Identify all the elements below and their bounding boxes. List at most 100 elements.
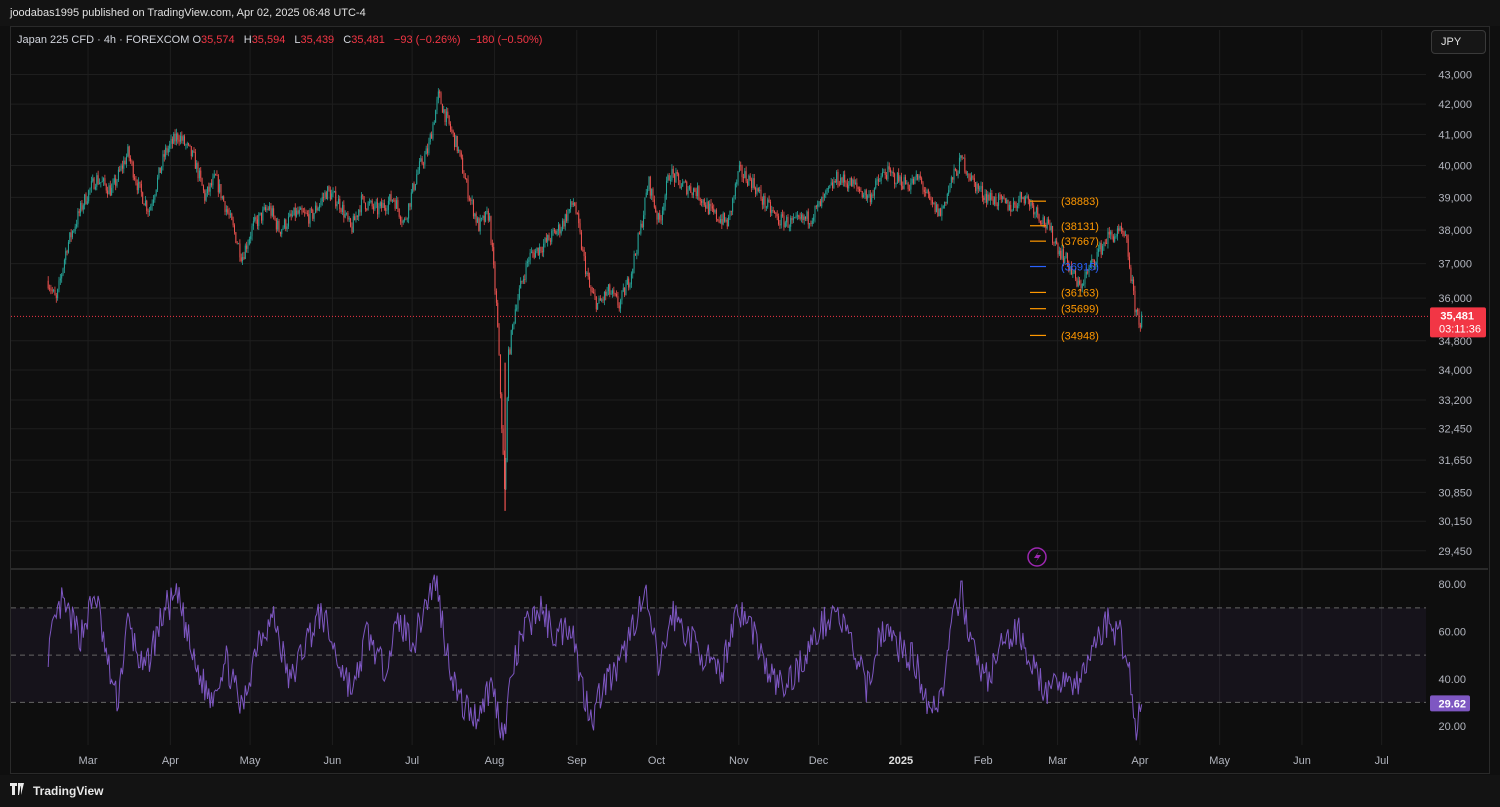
candle-body: [593, 292, 595, 294]
candles-group: [47, 88, 1143, 490]
candle-body: [424, 154, 426, 165]
candle-body: [1018, 198, 1020, 207]
candle-body: [462, 157, 464, 174]
candle-body: [842, 174, 844, 183]
candle-body: [466, 179, 468, 181]
candle-body: [186, 143, 188, 145]
candle-body: [308, 214, 310, 224]
candle-body: [408, 203, 410, 219]
candle-body: [638, 233, 640, 234]
chart-canvas[interactable]: Mar Apr May Jun Jul Aug Sep Oct Nov Dec 2025 Feb Mar…: [0, 0, 1500, 807]
candle-body: [1097, 249, 1099, 253]
candle-body: [543, 243, 545, 253]
candle-body: [435, 110, 437, 123]
candle-body: [147, 210, 149, 213]
candle-body: [93, 178, 95, 190]
candle-body: [273, 208, 275, 217]
candle-body: [792, 217, 794, 221]
candle-body: [158, 167, 160, 178]
candle-body: [714, 210, 716, 213]
candle-body: [1123, 232, 1125, 236]
candle-body: [367, 202, 369, 210]
candle-body: [232, 219, 234, 226]
candle-body: [1041, 223, 1043, 224]
candle-body: [563, 220, 565, 227]
candle-body: [510, 330, 512, 354]
currency-button[interactable]: JPY: [1431, 30, 1486, 54]
candle-body: [910, 182, 912, 190]
candle-body: [752, 178, 754, 188]
x-axis-tick-label: May: [1209, 755, 1230, 767]
candle-body: [494, 264, 496, 292]
candle-body: [680, 186, 682, 189]
candle-body: [802, 214, 804, 220]
candle-body: [1134, 290, 1136, 313]
candle-body: [884, 172, 886, 175]
candle-body: [297, 210, 299, 214]
candle-body: [198, 170, 200, 179]
candle-body: [634, 254, 636, 255]
candle-body: [422, 163, 424, 165]
candle-body: [1092, 259, 1094, 260]
candle-body: [375, 202, 377, 204]
candle-body: [848, 185, 850, 189]
candle-body: [301, 207, 303, 212]
candle-body: [105, 184, 107, 191]
candle-body: [506, 397, 508, 460]
candle-body: [815, 206, 817, 207]
candle-body: [741, 166, 743, 178]
candle-body: [587, 272, 589, 277]
candle-body: [306, 213, 308, 215]
candle-body: [182, 136, 184, 141]
candle-body: [179, 135, 181, 142]
candle-body: [425, 148, 427, 155]
candle-body: [441, 104, 443, 113]
candle-body: [934, 202, 936, 212]
candle-body: [279, 231, 281, 235]
candle-body: [1058, 250, 1060, 255]
candle-body: [806, 211, 808, 219]
candle-body: [522, 279, 524, 282]
candle-body: [1006, 199, 1008, 203]
candle-body: [576, 213, 578, 215]
candle-body: [973, 178, 975, 183]
open-label: O: [192, 34, 202, 46]
candle-body: [495, 291, 497, 303]
candle-body: [875, 180, 877, 189]
candle-body: [556, 230, 558, 235]
candle-body: [992, 199, 994, 205]
candle-body: [283, 219, 285, 228]
candle-body: [1102, 246, 1104, 255]
candle-body: [77, 211, 79, 225]
candle-body: [368, 202, 370, 203]
candle-body: [594, 293, 596, 297]
candle-body: [715, 210, 717, 220]
candle-body: [432, 124, 434, 139]
candle-body: [748, 175, 750, 186]
candle-body: [536, 247, 538, 251]
candle-body: [821, 197, 823, 207]
candle-body: [335, 191, 337, 207]
candle-body: [294, 207, 296, 217]
candle-body: [1053, 242, 1055, 244]
candle-body: [356, 215, 358, 217]
candle-body: [944, 201, 946, 207]
candle-body: [468, 198, 470, 200]
candle-body: [80, 202, 82, 213]
candle-body: [481, 217, 483, 219]
price-axis-tick-label: 40,000: [1438, 161, 1472, 173]
x-axis-tick-label: May: [240, 755, 261, 767]
level-label: (37667): [1061, 236, 1099, 248]
candle-body: [927, 190, 929, 194]
candle-body: [394, 200, 396, 209]
symbol-title[interactable]: Japan 225 CFD · 4h · FOREXCOM: [17, 34, 189, 46]
candle-body: [389, 194, 391, 201]
candle-body: [244, 245, 246, 259]
candle-body: [63, 259, 65, 269]
candle-body: [293, 207, 295, 216]
candle-body: [844, 174, 846, 183]
tradingview-brand[interactable]: TradingView: [10, 783, 103, 798]
level-label: (36915): [1061, 262, 1099, 274]
candle-body: [794, 217, 796, 219]
candle-body: [749, 175, 751, 180]
